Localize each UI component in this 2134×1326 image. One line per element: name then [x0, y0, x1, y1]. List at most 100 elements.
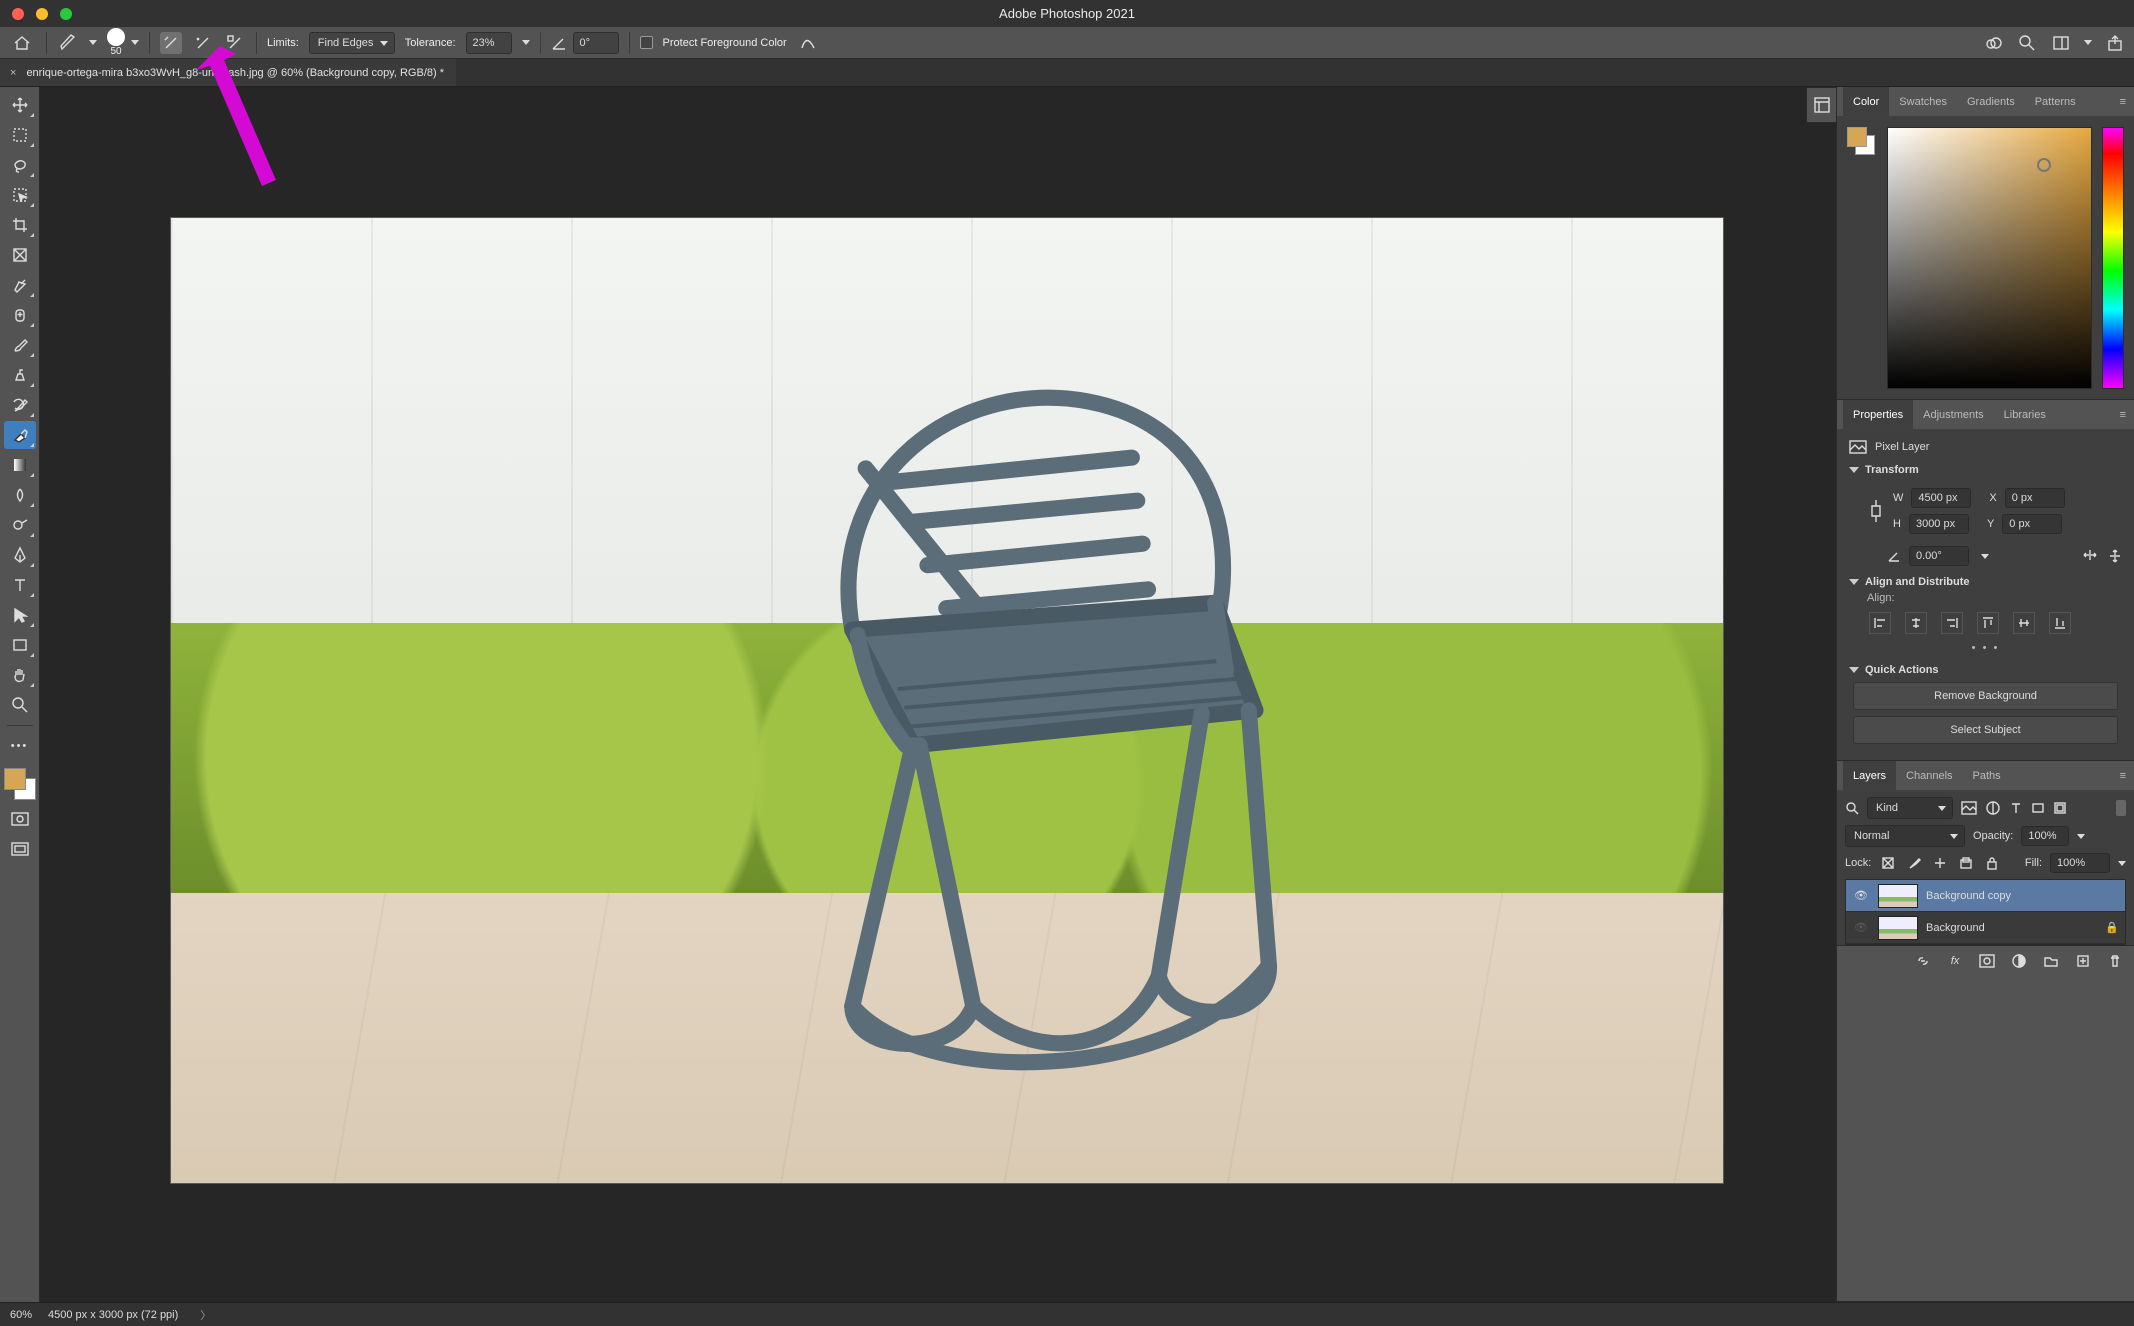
fill-input[interactable]: 100% — [2050, 853, 2110, 873]
chevron-down-icon[interactable] — [1849, 667, 1859, 673]
delete-icon[interactable] — [2106, 952, 2124, 970]
rotation-input[interactable]: 0.00° — [1909, 546, 1969, 566]
color-field[interactable] — [1887, 127, 2092, 389]
new-layer-icon[interactable] — [2074, 952, 2092, 970]
height-input[interactable]: 3000 px — [1909, 514, 1969, 534]
background-eraser-tool[interactable] — [4, 421, 36, 449]
frame-tool[interactable] — [4, 241, 36, 269]
zoom-tool[interactable] — [4, 691, 36, 719]
history-brush-tool[interactable] — [4, 391, 36, 419]
mac-minimize-icon[interactable] — [36, 8, 48, 20]
tolerance-input[interactable]: 23% — [466, 32, 512, 54]
dodge-tool[interactable] — [4, 511, 36, 539]
path-select-tool[interactable] — [4, 601, 36, 629]
link-layers-icon[interactable] — [1914, 952, 1932, 970]
sampling-swatch-button[interactable] — [224, 32, 246, 54]
fg-bg-swatches[interactable] — [4, 768, 36, 800]
adjustment-icon[interactable] — [2010, 952, 2028, 970]
lock-pixels-icon[interactable] — [1905, 854, 1923, 872]
chevron-right-icon[interactable]: 〉 — [200, 1307, 211, 1323]
mac-zoom-icon[interactable] — [60, 8, 72, 20]
link-dims-icon[interactable] — [1867, 498, 1885, 524]
crop-tool[interactable] — [4, 211, 36, 239]
tab-channels[interactable]: Channels — [1896, 761, 1962, 790]
panel-menu-icon[interactable]: ≡ — [2112, 96, 2134, 108]
filter-type-icon[interactable] — [2009, 801, 2023, 815]
flip-vertical-icon[interactable] — [2108, 548, 2122, 564]
tab-gradients[interactable]: Gradients — [1957, 87, 2025, 116]
layer-item[interactable]: 👁 Background 🔒 — [1846, 912, 2125, 944]
document-tab[interactable]: × enrique-ortega-mira b3xo3WvH_g8-unspla… — [0, 59, 456, 86]
lasso-tool[interactable] — [4, 151, 36, 179]
object-select-tool[interactable] — [4, 181, 36, 209]
angle-input[interactable]: 0° — [573, 32, 619, 54]
gradient-tool[interactable] — [4, 451, 36, 479]
fg-swatch[interactable] — [1847, 127, 1867, 147]
tab-layers[interactable]: Layers — [1843, 761, 1896, 790]
close-tab-icon[interactable]: × — [10, 67, 16, 79]
width-input[interactable]: 4500 px — [1911, 488, 1971, 508]
layer-name[interactable]: Background copy — [1926, 890, 2011, 902]
canvas-area[interactable] — [40, 87, 1836, 1302]
tab-swatches[interactable]: Swatches — [1889, 87, 1957, 116]
document-canvas[interactable] — [170, 217, 1724, 1184]
lock-all-icon[interactable] — [1983, 854, 2001, 872]
pressure-size-button[interactable] — [797, 32, 819, 54]
tab-adjustments[interactable]: Adjustments — [1913, 400, 1994, 429]
chevron-down-icon[interactable] — [1981, 554, 1989, 559]
filter-shape-icon[interactable] — [2031, 801, 2045, 815]
opacity-input[interactable]: 100% — [2021, 826, 2069, 846]
collapsed-dock-icon[interactable] — [1806, 87, 1836, 123]
color-fg-bg-swatch[interactable] — [1847, 127, 1875, 155]
pen-tool[interactable] — [4, 541, 36, 569]
home-button[interactable] — [8, 31, 36, 55]
y-input[interactable]: 0 px — [2002, 514, 2062, 534]
chevron-down-icon[interactable] — [2084, 40, 2092, 45]
workspace-layout-button[interactable] — [2050, 32, 2072, 54]
clone-stamp-tool[interactable] — [4, 361, 36, 389]
limits-select[interactable]: Find Edges — [309, 32, 395, 54]
search-icon[interactable] — [1845, 801, 1859, 815]
align-bottom-button[interactable] — [2049, 612, 2071, 634]
healing-brush-tool[interactable] — [4, 301, 36, 329]
sampling-continuous-button[interactable] — [160, 32, 182, 54]
shape-tool[interactable] — [4, 631, 36, 659]
filter-smart-icon[interactable] — [2053, 801, 2067, 815]
chevron-down-icon[interactable] — [2077, 834, 2085, 839]
mask-icon[interactable] — [1978, 952, 1996, 970]
filter-kind-select[interactable]: Kind — [1867, 797, 1953, 819]
flip-horizontal-icon[interactable] — [2082, 548, 2098, 562]
sampling-once-button[interactable] — [192, 32, 214, 54]
more-options-icon[interactable]: • • • — [1849, 642, 2122, 654]
chevron-down-icon[interactable] — [1849, 579, 1859, 585]
brush-tool[interactable] — [4, 331, 36, 359]
type-tool[interactable] — [4, 571, 36, 599]
visibility-toggle[interactable]: 👁 — [1852, 921, 1870, 934]
tab-paths[interactable]: Paths — [1963, 761, 2011, 790]
filter-toggle[interactable] — [2116, 800, 2126, 816]
group-icon[interactable] — [2042, 952, 2060, 970]
tab-properties[interactable]: Properties — [1843, 400, 1913, 429]
hand-tool[interactable] — [4, 661, 36, 689]
lock-position-icon[interactable] — [1931, 854, 1949, 872]
align-top-button[interactable] — [1977, 612, 1999, 634]
align-vcenter-button[interactable] — [2013, 612, 2035, 634]
chevron-down-icon[interactable] — [2118, 861, 2126, 866]
visibility-toggle[interactable]: 👁 — [1852, 889, 1870, 902]
chevron-down-icon[interactable] — [522, 40, 530, 45]
blur-tool[interactable] — [4, 481, 36, 509]
tab-patterns[interactable]: Patterns — [2025, 87, 2086, 116]
mac-close-icon[interactable] — [12, 8, 24, 20]
search-button[interactable] — [2016, 32, 2038, 54]
align-right-button[interactable] — [1941, 612, 1963, 634]
brush-preset-picker[interactable]: 50 — [107, 28, 139, 57]
blend-mode-select[interactable]: Normal — [1845, 825, 1965, 847]
align-hcenter-button[interactable] — [1905, 612, 1927, 634]
share-button[interactable] — [2104, 32, 2126, 54]
fg-swatch[interactable] — [4, 768, 26, 790]
align-left-button[interactable] — [1869, 612, 1891, 634]
panel-menu-icon[interactable]: ≡ — [2112, 770, 2134, 782]
marquee-tool[interactable] — [4, 121, 36, 149]
tab-libraries[interactable]: Libraries — [1994, 400, 2056, 429]
layer-name[interactable]: Background — [1926, 922, 1985, 934]
